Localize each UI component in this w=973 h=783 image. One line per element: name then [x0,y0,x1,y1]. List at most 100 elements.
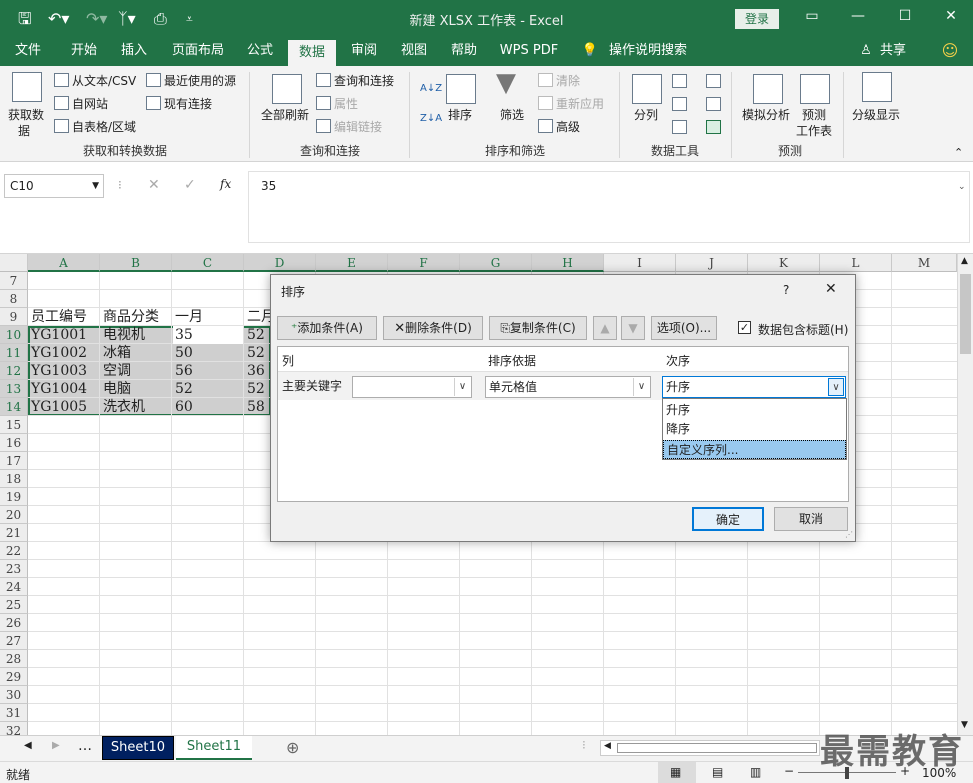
column-header-a[interactable]: A [28,254,100,272]
cancel-icon[interactable]: ✕ [148,177,160,193]
row-header-14[interactable]: 14 [0,398,28,416]
column-header-k[interactable]: K [748,254,820,272]
row-header-17[interactable]: 17 [0,452,28,470]
login-button[interactable]: 登录 [735,9,779,29]
vertical-scrollbar[interactable]: ▲ ▼ [957,254,973,735]
delete-level-button[interactable]: ✕删除条件(D) [383,316,483,340]
forecast-sheet-button-line2[interactable]: 工作表 [796,122,832,140]
order-select[interactable]: 升序 ∨ [662,376,846,398]
row-header-20[interactable]: 20 [0,506,28,524]
row-header-32[interactable]: 32 [0,722,28,735]
name-box[interactable]: C10 ▼ [4,174,104,198]
consolidate-icon[interactable] [706,74,721,88]
relationships-icon[interactable] [706,97,721,111]
maximize-icon[interactable]: ☐ [890,8,920,24]
tab-view[interactable]: 视图 [394,38,434,66]
tab-file[interactable]: 文件 [8,38,48,66]
advanced-filter-button[interactable]: 高级 [538,118,580,136]
sheet-tab-sheet11[interactable]: Sheet11 [176,736,252,760]
minimize-icon[interactable]: — [843,8,873,24]
data-cell[interactable]: 60 [173,398,243,416]
existing-connections-button[interactable]: 现有连接 [146,95,212,113]
tab-home[interactable]: 开始 [64,38,104,66]
filter-button[interactable]: 筛选 [500,106,524,124]
share-button[interactable]: 共享 [876,38,910,66]
tab-review[interactable]: 审阅 [344,38,384,66]
row-header-25[interactable]: 25 [0,596,28,614]
sort-za-icon[interactable]: Z↓A [420,110,442,128]
column-select[interactable]: ∨ [352,376,472,398]
ok-button[interactable]: 确定 [692,507,764,531]
tab-page-layout[interactable]: 页面布局 [166,38,230,66]
row-header-19[interactable]: 19 [0,488,28,506]
recent-sources-button[interactable]: 最近使用的源 [146,72,236,90]
flash-fill-icon[interactable] [672,74,687,88]
close-icon[interactable]: ✕ [825,281,837,297]
edit-links-button[interactable]: 编辑链接 [316,118,382,136]
column-header-j[interactable]: J [676,254,748,272]
scroll-up-icon[interactable]: ▲ [961,256,968,266]
data-cell[interactable]: YG1005 [29,398,99,416]
row-header-15[interactable]: 15 [0,416,28,434]
order-option-ascending[interactable]: 升序 [663,401,846,420]
remove-duplicates-icon[interactable] [672,97,687,111]
row-header-21[interactable]: 21 [0,524,28,542]
data-cell[interactable]: 空调 [101,362,171,380]
row-header-18[interactable]: 18 [0,470,28,488]
data-cell[interactable]: 电脑 [101,380,171,398]
from-table-button[interactable]: 自表格/区域 [54,118,136,136]
from-web-button[interactable]: 自网站 [54,95,108,113]
text-to-columns-button[interactable]: 分列 [634,106,658,124]
normal-view-icon[interactable]: ▦ [658,762,696,783]
row-header-16[interactable]: 16 [0,434,28,452]
row-header-27[interactable]: 27 [0,632,28,650]
close-icon[interactable]: ✕ [936,8,966,24]
ribbon-display-icon[interactable]: ▭ [797,8,827,24]
data-cell[interactable]: 56 [173,362,243,380]
row-header-29[interactable]: 29 [0,668,28,686]
row-header-9[interactable]: 9 [0,308,28,326]
tab-wps-pdf[interactable]: WPS PDF [496,38,562,66]
data-cell[interactable]: 35 [173,326,243,344]
header-cell[interactable]: 商品分类 [101,308,171,326]
row-header-26[interactable]: 26 [0,614,28,632]
get-data-button-line2[interactable]: 据 [18,122,30,140]
row-header-11[interactable]: 11 [0,344,28,362]
expand-formula-icon[interactable]: ⌄ [958,182,966,192]
tab-help[interactable]: 帮助 [444,38,484,66]
prev-sheet-icon[interactable]: ◀ [24,740,32,751]
has-headers-checkbox[interactable]: ✓ [738,321,751,334]
next-sheet-icon[interactable]: ▶ [52,740,60,751]
select-all-corner[interactable] [0,254,28,272]
row-header-23[interactable]: 23 [0,560,28,578]
options-button[interactable]: 选项(O)... [651,316,717,340]
column-header-g[interactable]: G [460,254,532,272]
tab-data[interactable]: 数据 [288,40,336,66]
data-cell[interactable]: YG1004 [29,380,99,398]
data-cell[interactable]: 52 [173,380,243,398]
sort-button[interactable]: 排序 [448,106,472,124]
clear-button[interactable]: 清除 [538,72,580,90]
page-layout-view-icon[interactable]: ▤ [712,765,723,779]
outline-button[interactable]: 分级显示 [852,106,900,124]
horizontal-scrollbar[interactable]: ◀ [600,740,820,756]
column-header-e[interactable]: E [316,254,388,272]
data-cell[interactable]: 50 [173,344,243,362]
add-level-button[interactable]: ⁺添加条件(A) [277,316,377,340]
column-header-h[interactable]: H [532,254,604,272]
copy-level-button[interactable]: ⎘复制条件(C) [489,316,587,340]
row-header-13[interactable]: 13 [0,380,28,398]
row-header-24[interactable]: 24 [0,578,28,596]
add-sheet-icon[interactable]: ⊕ [286,738,299,757]
move-up-button[interactable]: ▲ [593,316,617,340]
formula-input[interactable]: 35 [248,171,970,243]
tab-insert[interactable]: 插入 [114,38,154,66]
help-button[interactable]: ? [783,283,789,297]
row-header-12[interactable]: 12 [0,362,28,380]
row-header-28[interactable]: 28 [0,650,28,668]
row-header-30[interactable]: 30 [0,686,28,704]
insert-function-icon[interactable]: fx [220,177,231,191]
h-scroll-thumb[interactable] [617,743,817,753]
zoom-out-icon[interactable]: − [784,764,794,778]
order-option-descending[interactable]: 降序 [663,420,846,439]
